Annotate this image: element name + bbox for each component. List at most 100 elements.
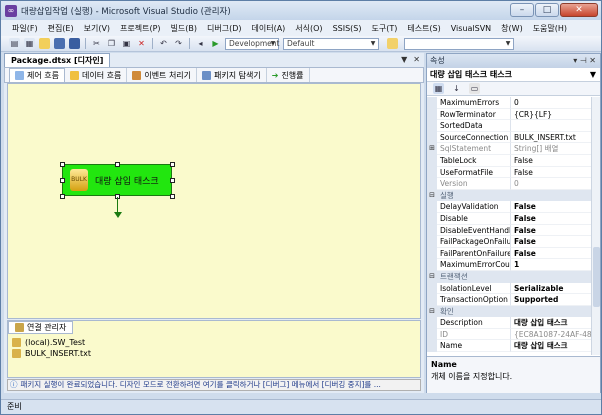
cut-icon[interactable]: ✂ bbox=[91, 38, 102, 49]
property-value[interactable]: String[] 배열 bbox=[511, 143, 592, 155]
property-row[interactable]: ⊞ SqlStatement String[] 배열 bbox=[427, 143, 592, 155]
property-value[interactable]: False bbox=[511, 155, 592, 167]
property-value[interactable]: False bbox=[511, 248, 592, 260]
expand-icon[interactable]: ⊟ bbox=[427, 189, 437, 202]
paste-icon[interactable]: ▣ bbox=[121, 38, 132, 49]
menu-format[interactable]: 서식(O) bbox=[290, 23, 327, 34]
property-value[interactable]: 대량 삽입 태스크 bbox=[511, 317, 592, 329]
menu-build[interactable]: 빌드(B) bbox=[166, 23, 202, 34]
property-row[interactable]: RowTerminator {CR}{LF} bbox=[427, 108, 592, 121]
object-selector[interactable]: 대량 삽입 태스크 태스크 ▼ bbox=[427, 68, 600, 82]
pin-icon[interactable]: ▾ ⊣ ✕ bbox=[573, 54, 596, 68]
bulk-insert-task[interactable]: BULK 대량 삽입 태스크 bbox=[62, 164, 172, 196]
document-tab-package[interactable]: Package.dtsx [디자인] bbox=[4, 53, 111, 67]
start-debugging-icon[interactable]: ▶ bbox=[210, 38, 221, 49]
property-category[interactable]: ⊟ 확인 bbox=[427, 305, 592, 318]
property-row[interactable]: MaximumErrors 0 bbox=[427, 97, 592, 109]
property-row[interactable]: DelayValidation False bbox=[427, 201, 592, 213]
open-folder-icon[interactable] bbox=[39, 38, 50, 49]
property-row[interactable]: FailParentOnFailure False bbox=[427, 247, 592, 260]
menu-visualsvn[interactable]: VisualSVN bbox=[446, 24, 496, 33]
document-list-icon[interactable]: ▼ bbox=[401, 55, 407, 64]
redo-icon[interactable]: ↷ bbox=[173, 38, 184, 49]
property-value[interactable]: 대량 삽입 태스크 bbox=[511, 340, 592, 353]
tab-package-explorer[interactable]: 패키지 탐색기 bbox=[197, 68, 267, 82]
property-row[interactable]: SortedData bbox=[427, 120, 592, 132]
menu-window[interactable]: 창(W) bbox=[496, 23, 528, 34]
menu-help[interactable]: 도움말(H) bbox=[528, 23, 572, 34]
tab-data-flow[interactable]: 데이터 흐름 bbox=[65, 68, 128, 82]
property-value[interactable]: False bbox=[511, 167, 592, 179]
document-close-icon[interactable]: ✕ bbox=[413, 55, 420, 64]
property-row[interactable]: IsolationLevel Serializable bbox=[427, 282, 592, 295]
property-row[interactable]: TransactionOption Supported bbox=[427, 294, 592, 306]
property-row[interactable]: MaximumErrorCount 1 bbox=[427, 259, 592, 271]
expand-icon[interactable]: ⊞ bbox=[427, 143, 437, 155]
resize-handle[interactable] bbox=[170, 178, 175, 183]
maximize-button[interactable]: □ bbox=[535, 3, 559, 17]
menu-debug[interactable]: 디버그(D) bbox=[202, 23, 246, 34]
solution-config-combo[interactable]: Development ▼ bbox=[225, 37, 280, 50]
connection-item[interactable]: BULK_INSERT.txt bbox=[12, 348, 91, 359]
connection-item[interactable]: (local).SW_Test bbox=[12, 337, 91, 348]
property-row[interactable]: TableLock False bbox=[427, 154, 592, 167]
new-project-icon[interactable]: ▤ bbox=[9, 38, 20, 49]
property-pages-icon[interactable]: ▭ bbox=[469, 83, 480, 94]
resize-handle[interactable] bbox=[170, 162, 175, 167]
alphabetical-icon[interactable]: ↓ bbox=[451, 83, 462, 94]
property-value[interactable]: False bbox=[511, 201, 592, 213]
property-row[interactable]: Name 대량 삽입 태스크 bbox=[427, 340, 592, 353]
property-value[interactable]: 1 bbox=[511, 259, 592, 271]
connection-manager-tab[interactable]: 연결 관리자 bbox=[8, 321, 74, 334]
property-value[interactable]: BULK_INSERT.txt bbox=[511, 132, 592, 144]
property-value[interactable]: 0 bbox=[511, 97, 592, 109]
precedence-constraint-arrow[interactable] bbox=[114, 212, 122, 218]
menu-data[interactable]: 데이터(A) bbox=[247, 23, 291, 34]
expand-icon[interactable]: ⊟ bbox=[427, 270, 437, 283]
scrollbar-thumb[interactable] bbox=[593, 247, 600, 307]
property-row[interactable]: Version 0 bbox=[427, 178, 592, 190]
resize-handle[interactable] bbox=[60, 162, 65, 167]
property-grid-scrollbar[interactable] bbox=[591, 97, 600, 355]
property-row[interactable]: DisableEventHandlersFalse bbox=[427, 224, 592, 237]
menu-edit[interactable]: 편집(E) bbox=[43, 23, 79, 34]
property-category[interactable]: ⊟ 실행 bbox=[427, 189, 592, 202]
property-value[interactable] bbox=[511, 120, 592, 132]
add-item-icon[interactable]: ▦ bbox=[24, 38, 35, 49]
property-row[interactable]: Description 대량 삽입 태스크 bbox=[427, 317, 592, 329]
property-row[interactable]: FailPackageOnFailure False bbox=[427, 236, 592, 248]
property-value[interactable]: Serializable bbox=[511, 283, 592, 295]
menu-view[interactable]: 보기(V) bbox=[79, 23, 115, 34]
menu-tools[interactable]: 도구(T) bbox=[366, 23, 402, 34]
property-row[interactable]: UseFormatFile False bbox=[427, 166, 592, 179]
property-value[interactable]: {EC8A1087-24AF-48D bbox=[511, 329, 592, 341]
property-row[interactable]: Disable False bbox=[427, 212, 592, 225]
property-row[interactable]: ID {EC8A1087-24AF-48D bbox=[427, 328, 592, 341]
delete-icon[interactable]: ✕ bbox=[136, 38, 147, 49]
navigate-back-icon[interactable]: ◂ bbox=[195, 38, 206, 49]
resize-handle[interactable] bbox=[60, 178, 65, 183]
resize-handle[interactable] bbox=[60, 194, 65, 199]
tab-control-flow[interactable]: 제어 흐름 bbox=[9, 68, 65, 82]
save-all-icon[interactable] bbox=[69, 38, 80, 49]
menu-test[interactable]: 테스트(S) bbox=[402, 23, 445, 34]
resize-handle[interactable] bbox=[170, 194, 175, 199]
tab-event-handlers[interactable]: 이벤트 처리기 bbox=[127, 68, 198, 82]
property-value[interactable]: {CR}{LF} bbox=[511, 109, 592, 121]
property-row[interactable]: SourceConnection BULK_INSERT.txt bbox=[427, 131, 592, 144]
resize-handle[interactable] bbox=[115, 162, 120, 167]
menu-project[interactable]: 프로젝트(P) bbox=[115, 23, 166, 34]
platform-combo[interactable]: Default ▼ bbox=[283, 37, 379, 50]
property-value[interactable]: False bbox=[511, 225, 592, 237]
copy-icon[interactable]: ❐ bbox=[106, 38, 117, 49]
save-icon[interactable] bbox=[54, 38, 65, 49]
expand-icon[interactable]: ⊟ bbox=[427, 305, 437, 318]
undo-icon[interactable]: ↶ bbox=[158, 38, 169, 49]
tab-progress[interactable]: ➔ 진행률 bbox=[267, 68, 310, 82]
property-value[interactable]: False bbox=[511, 213, 592, 225]
find-combo[interactable]: ▼ bbox=[404, 37, 514, 50]
minimize-button[interactable]: – bbox=[510, 3, 534, 17]
categorized-icon[interactable]: ▦ bbox=[433, 83, 444, 94]
close-button[interactable]: ✕ bbox=[560, 3, 598, 17]
property-value[interactable]: Supported bbox=[511, 294, 592, 306]
